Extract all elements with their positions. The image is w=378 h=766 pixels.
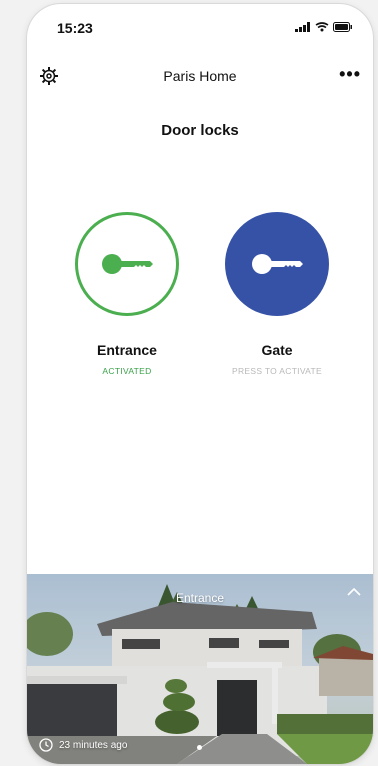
clock-icon bbox=[39, 738, 53, 752]
key-icon bbox=[102, 254, 153, 274]
nav-bar: Paris Home ••• bbox=[27, 56, 373, 96]
wifi-icon bbox=[315, 22, 329, 32]
status-bar: 15:23 bbox=[27, 4, 373, 44]
key-icon bbox=[252, 254, 303, 274]
more-options-button[interactable]: ••• bbox=[339, 64, 361, 85]
camera-preview[interactable]: Entrance 23 minutes ago bbox=[27, 574, 373, 764]
status-icons bbox=[295, 22, 353, 32]
lock-status: PRESS TO ACTIVATE bbox=[232, 366, 322, 376]
section-title: Door locks bbox=[161, 122, 239, 139]
home-title: Paris Home bbox=[163, 68, 237, 84]
battery-icon bbox=[333, 22, 352, 32]
lock-entrance-button[interactable] bbox=[75, 212, 179, 316]
lock-name: Gate bbox=[261, 342, 293, 358]
lock-entrance[interactable]: Entrance ACTIVATED bbox=[67, 212, 187, 376]
lock-name: Entrance bbox=[97, 342, 157, 358]
page-indicator-dot bbox=[197, 745, 202, 750]
lock-gate-button[interactable] bbox=[225, 212, 329, 316]
lock-gate[interactable]: Gate PRESS TO ACTIVATE bbox=[217, 212, 337, 376]
signal-icon bbox=[295, 22, 310, 32]
phone-screen: 15:23 Paris Home ••• Door locks Entrance… bbox=[27, 4, 373, 764]
lock-status: ACTIVATED bbox=[102, 366, 152, 376]
camera-label: Entrance bbox=[175, 591, 225, 605]
chevron-up-icon[interactable] bbox=[347, 588, 361, 596]
camera-timestamp: 23 minutes ago bbox=[39, 738, 127, 752]
status-time: 15:23 bbox=[57, 20, 93, 36]
camera-timestamp-text: 23 minutes ago bbox=[59, 739, 128, 751]
